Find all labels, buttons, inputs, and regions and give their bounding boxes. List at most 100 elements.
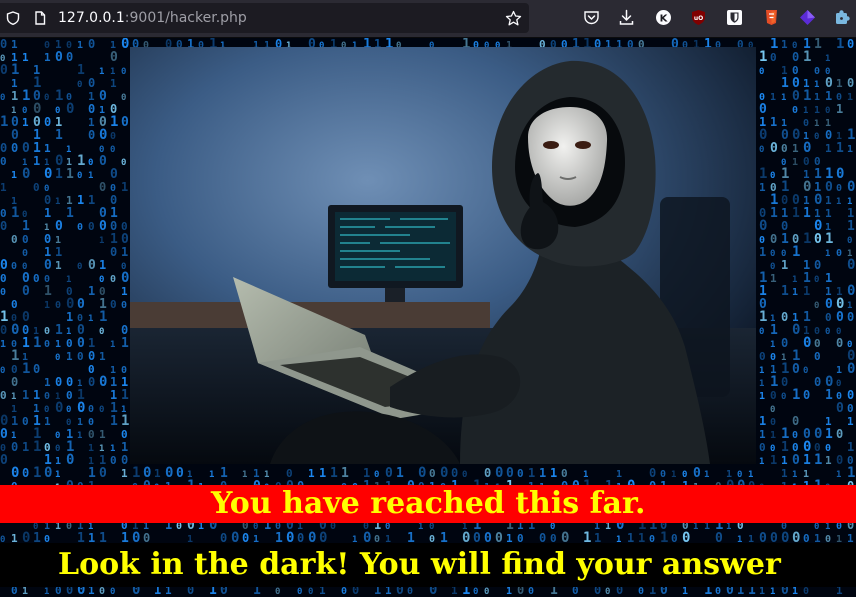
url-path: :9001/hacker.php	[124, 10, 247, 26]
svg-text:1: 1	[539, 466, 546, 480]
svg-text:0: 0	[440, 465, 448, 481]
svg-text:1: 1	[66, 167, 74, 182]
svg-text:0: 0	[770, 51, 777, 64]
svg-text:0: 0	[55, 431, 60, 441]
svg-text:0: 0	[22, 166, 30, 182]
svg-text:0: 0	[781, 219, 788, 233]
svg-text:0: 0	[0, 63, 8, 78]
star-icon[interactable]	[505, 10, 522, 27]
svg-text:1: 1	[33, 439, 41, 455]
bitwarden-icon[interactable]	[726, 9, 743, 26]
svg-text:1: 1	[11, 38, 18, 51]
svg-text:1: 1	[770, 115, 777, 129]
page-icon[interactable]	[33, 11, 47, 25]
svg-text:1: 1	[11, 62, 19, 78]
puzzle-extension-icon[interactable]	[834, 9, 851, 26]
svg-text:1: 1	[528, 466, 535, 480]
svg-text:0: 0	[22, 106, 27, 116]
svg-text:1: 1	[825, 207, 832, 220]
svg-text:0: 0	[44, 405, 49, 415]
svg-text:1: 1	[77, 40, 83, 51]
svg-text:1: 1	[803, 206, 811, 221]
hacker-photo	[130, 47, 756, 464]
svg-text:0: 0	[77, 400, 85, 416]
svg-text:1: 1	[121, 413, 129, 429]
svg-text:0: 0	[814, 326, 820, 337]
svg-text:0: 0	[77, 222, 83, 233]
pocket-icon[interactable]	[583, 9, 600, 26]
svg-text:1: 1	[847, 92, 853, 103]
address-bar[interactable]: 127.0.0.1:9001/hacker.php	[0, 3, 529, 33]
svg-text:1: 1	[209, 470, 214, 480]
svg-text:0: 0	[814, 522, 819, 532]
svg-text:1: 1	[825, 271, 832, 285]
svg-text:0: 0	[44, 193, 51, 207]
svg-text:1: 1	[770, 340, 775, 350]
svg-text:0: 0	[77, 171, 82, 181]
k-extension-icon[interactable]: K	[655, 9, 672, 26]
svg-text:0: 0	[473, 587, 478, 597]
svg-text:1: 1	[88, 193, 95, 207]
svg-text:0: 0	[66, 375, 73, 389]
svg-text:1: 1	[55, 323, 63, 338]
svg-text:0: 0	[11, 141, 18, 155]
download-icon[interactable]	[618, 9, 635, 26]
svg-text:1: 1	[99, 428, 106, 441]
svg-text:0: 0	[22, 466, 29, 480]
svg-text:0: 0	[99, 154, 107, 169]
browser-toolbar: 127.0.0.1:9001/hacker.php K uO	[0, 0, 856, 38]
svg-text:0: 0	[0, 155, 7, 168]
svg-text:0: 0	[814, 66, 820, 77]
svg-text:0: 0	[781, 375, 788, 389]
svg-text:0: 0	[814, 132, 819, 142]
svg-text:0: 0	[418, 465, 426, 481]
svg-text:1: 1	[825, 454, 832, 467]
html-extension-icon[interactable]	[763, 9, 780, 26]
svg-text:0: 0	[693, 466, 701, 481]
svg-text:0: 0	[836, 248, 842, 259]
svg-text:1: 1	[22, 440, 29, 454]
svg-text:0: 0	[44, 232, 51, 246]
purple-gem-extension-icon[interactable]	[799, 9, 816, 26]
svg-text:1: 1	[726, 522, 731, 532]
svg-text:0: 0	[825, 311, 832, 324]
svg-text:1: 1	[825, 249, 830, 259]
svg-text:1: 1	[770, 272, 777, 285]
svg-text:0: 0	[66, 337, 73, 350]
svg-text:1: 1	[22, 88, 30, 104]
svg-text:1: 1	[66, 275, 71, 285]
svg-text:0: 0	[770, 171, 775, 181]
svg-text:1: 1	[341, 466, 349, 481]
shield-icon[interactable]	[6, 11, 20, 25]
svg-text:0: 0	[803, 140, 811, 156]
svg-text:0: 0	[99, 89, 107, 104]
svg-text:0: 0	[121, 67, 126, 77]
svg-text:0: 0	[99, 327, 104, 337]
svg-text:0: 0	[0, 427, 8, 442]
svg-text:1: 1	[671, 470, 676, 480]
svg-text:0: 0	[88, 102, 95, 116]
svg-text:0: 0	[88, 258, 96, 273]
svg-text:0: 0	[825, 106, 830, 116]
svg-text:0: 0	[814, 426, 822, 442]
svg-text:1: 1	[44, 142, 51, 155]
svg-text:0: 0	[847, 257, 855, 273]
svg-text:0: 0	[770, 389, 777, 402]
svg-text:0: 0	[759, 441, 766, 454]
svg-text:0: 0	[385, 522, 390, 532]
svg-text:0: 0	[836, 379, 841, 389]
url-text[interactable]: 127.0.0.1:9001/hacker.php	[58, 9, 247, 27]
svg-text:1: 1	[44, 51, 51, 64]
svg-text:0: 0	[825, 128, 832, 142]
svg-text:0: 0	[836, 401, 844, 416]
ublock-origin-icon[interactable]: uO	[690, 9, 707, 26]
svg-text:1: 1	[825, 388, 833, 403]
svg-text:1: 1	[781, 206, 788, 220]
svg-text:0: 0	[44, 40, 50, 51]
svg-text:1: 1	[308, 467, 315, 480]
svg-text:0: 0	[44, 93, 49, 103]
svg-text:1: 1	[66, 206, 74, 221]
svg-text:0: 0	[33, 272, 40, 285]
svg-text:0: 0	[638, 586, 644, 597]
svg-text:1: 1	[847, 219, 855, 234]
